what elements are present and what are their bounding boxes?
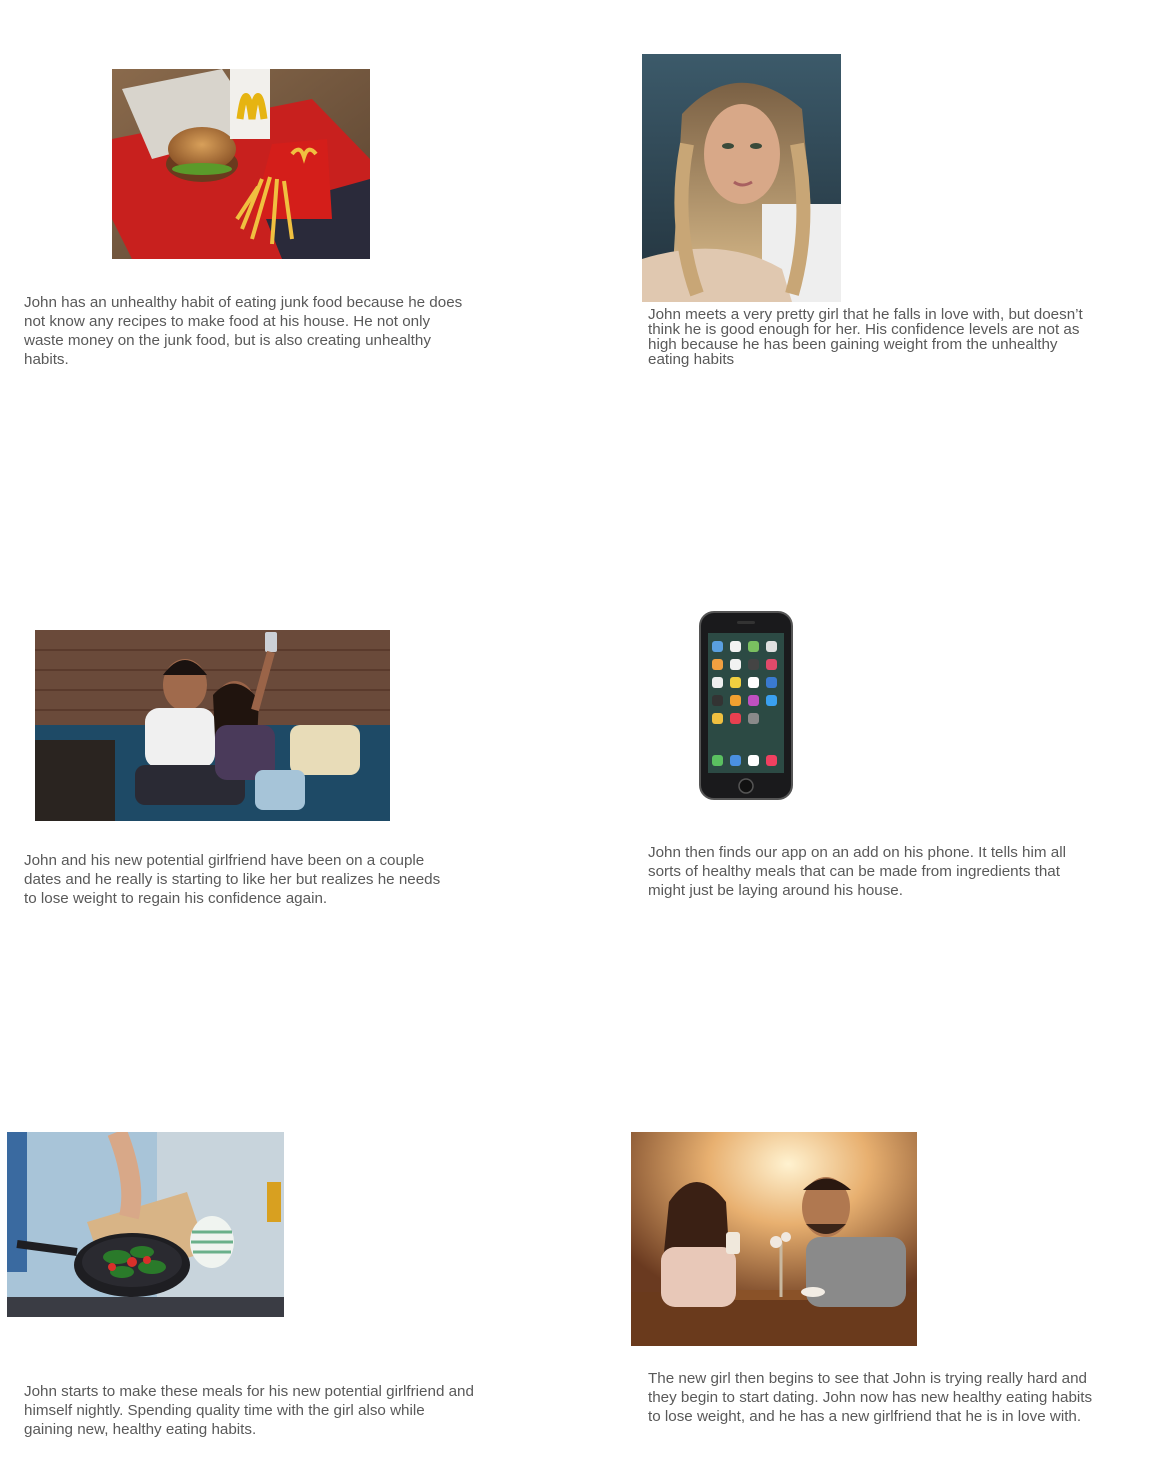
panel-6-caption: The new girl then begins to see that Joh…: [648, 1370, 1093, 1425]
panel-2-caption: John meets a very pretty girl that he fa…: [648, 306, 1083, 368]
panel-5-caption: John starts to make these meals for his …: [24, 1383, 474, 1438]
panel-3-caption: John and his new potential girlfriend ha…: [24, 852, 441, 907]
smartphone-photo: [699, 611, 793, 800]
panel-1-caption: John has an unhealthy habit of eating ju…: [24, 294, 463, 368]
cooking-vegetables-photo: [7, 1132, 284, 1317]
mcdonalds-burger-photo: [112, 69, 370, 259]
woman-portrait-photo: [642, 54, 841, 302]
couple-selfie-photo: [35, 630, 390, 821]
panel-4-caption: John then finds our app on an add on his…: [648, 844, 1066, 899]
couple-cafe-date-photo: [631, 1132, 917, 1346]
